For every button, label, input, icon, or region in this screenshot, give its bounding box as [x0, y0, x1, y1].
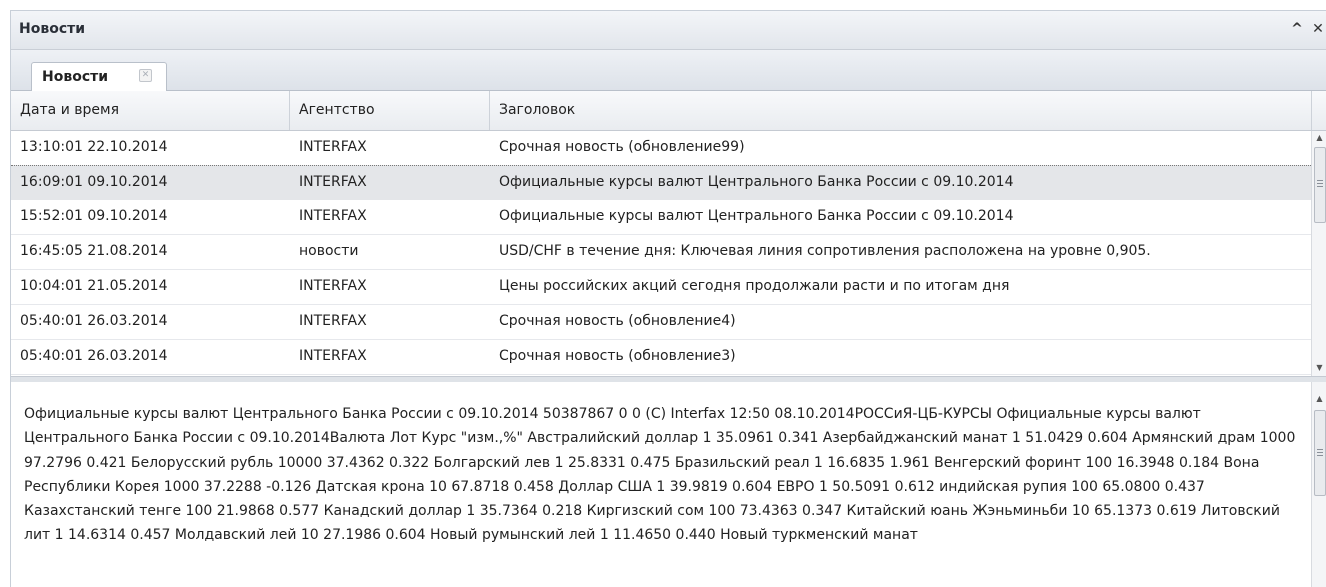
cell-agency: INTERFAX [299, 208, 367, 224]
cell-headline: Срочная новость (обновление99) [499, 139, 745, 155]
grip-line [1317, 455, 1323, 456]
cell-datetime: 16:45:05 21.08.2014 [20, 243, 168, 259]
table-row[interactable]: 05:40:01 26.03.2014 INTERFAX Срочная нов… [11, 305, 1311, 340]
cell-agency: INTERFAX [299, 139, 367, 155]
close-icon[interactable]: ✕ [1311, 21, 1325, 37]
cell-headline: Срочная новость (обновление3) [499, 348, 736, 364]
column-header-headline[interactable]: Заголовок [490, 91, 1312, 130]
news-grid: Дата и время Агентство Заголовок 13:10:0… [11, 91, 1326, 376]
cell-datetime: 13:10:01 22.10.2014 [20, 139, 168, 155]
cell-datetime: 15:52:01 09.10.2014 [20, 208, 168, 224]
tab-news[interactable]: Новости ✕ [31, 62, 167, 91]
cell-datetime: 05:40:01 26.03.2014 [20, 313, 168, 329]
news-window: Новости ^ ✕ Новости ✕ Дата и время Агент… [10, 10, 1326, 587]
grip-line [1317, 183, 1323, 184]
cell-headline: USD/CHF в течение дня: Ключевая линия со… [499, 243, 1151, 259]
column-header-datetime[interactable]: Дата и время [11, 91, 290, 130]
cell-headline: Цены российских акций сегодня продолжали… [499, 278, 1010, 294]
scroll-down-icon[interactable]: ▼ [1314, 363, 1325, 373]
cell-agency: INTERFAX [299, 313, 367, 329]
cell-headline: Срочная новость (обновление4) [499, 313, 736, 329]
tab-close-icon[interactable]: ✕ [139, 69, 152, 82]
cell-datetime: 05:40:01 26.03.2014 [20, 348, 168, 364]
tab-label: Новости [42, 69, 109, 85]
cell-headline: Официальные курсы валют Центрального Бан… [499, 208, 1014, 224]
news-detail-pane: Официальные курсы валют Центрального Бан… [11, 382, 1326, 587]
column-header-label: Агентство [299, 102, 375, 118]
column-header-label: Заголовок [499, 102, 576, 118]
news-body-text: Официальные курсы валют Центрального Бан… [24, 406, 1296, 544]
window-title: Новости [19, 21, 86, 37]
grip-line [1317, 452, 1323, 453]
table-row[interactable]: 16:45:05 21.08.2014 новости USD/CHF в те… [11, 235, 1311, 270]
grid-body: 13:10:01 22.10.2014 INTERFAX Срочная нов… [11, 131, 1311, 376]
grip-line [1317, 449, 1323, 450]
cell-agency: INTERFAX [299, 174, 367, 190]
collapse-icon[interactable]: ^ [1290, 21, 1304, 37]
grid-header: Дата и время Агентство Заголовок [11, 91, 1326, 131]
cell-agency: INTERFAX [299, 348, 367, 364]
table-row[interactable]: 15:52:01 09.10.2014 INTERFAX Официальные… [11, 200, 1311, 235]
window-titlebar: Новости ^ ✕ [11, 11, 1326, 50]
column-header-agency[interactable]: Агентство [290, 91, 490, 130]
grip-line [1317, 180, 1323, 181]
grip-line [1317, 186, 1323, 187]
scrollbar-thumb[interactable] [1314, 410, 1326, 496]
table-row-selected[interactable]: 16:09:01 09.10.2014 INTERFAX Официальные… [11, 165, 1311, 201]
cell-headline: Официальные курсы валют Центрального Бан… [499, 174, 1014, 190]
cell-datetime: 16:09:01 09.10.2014 [20, 174, 168, 190]
cell-agency: INTERFAX [299, 278, 367, 294]
table-row[interactable]: 13:10:01 22.10.2014 INTERFAX Срочная нов… [11, 131, 1311, 166]
grid-scrollbar[interactable]: ▲ ▼ [1311, 131, 1326, 376]
cell-datetime: 10:04:01 21.05.2014 [20, 278, 168, 294]
scroll-up-icon[interactable]: ▲ [1314, 394, 1325, 404]
cell-agency: новости [299, 243, 359, 259]
scrollbar-thumb[interactable] [1314, 147, 1326, 223]
column-header-label: Дата и время [20, 102, 119, 118]
tab-strip: Новости ✕ [11, 50, 1326, 91]
detail-scrollbar[interactable]: ▲ [1311, 382, 1326, 587]
table-row[interactable]: 10:04:01 21.05.2014 INTERFAX Цены россий… [11, 270, 1311, 305]
scroll-up-icon[interactable]: ▲ [1314, 133, 1325, 143]
table-row[interactable]: 05:40:01 26.03.2014 INTERFAX Срочная нов… [11, 340, 1311, 375]
